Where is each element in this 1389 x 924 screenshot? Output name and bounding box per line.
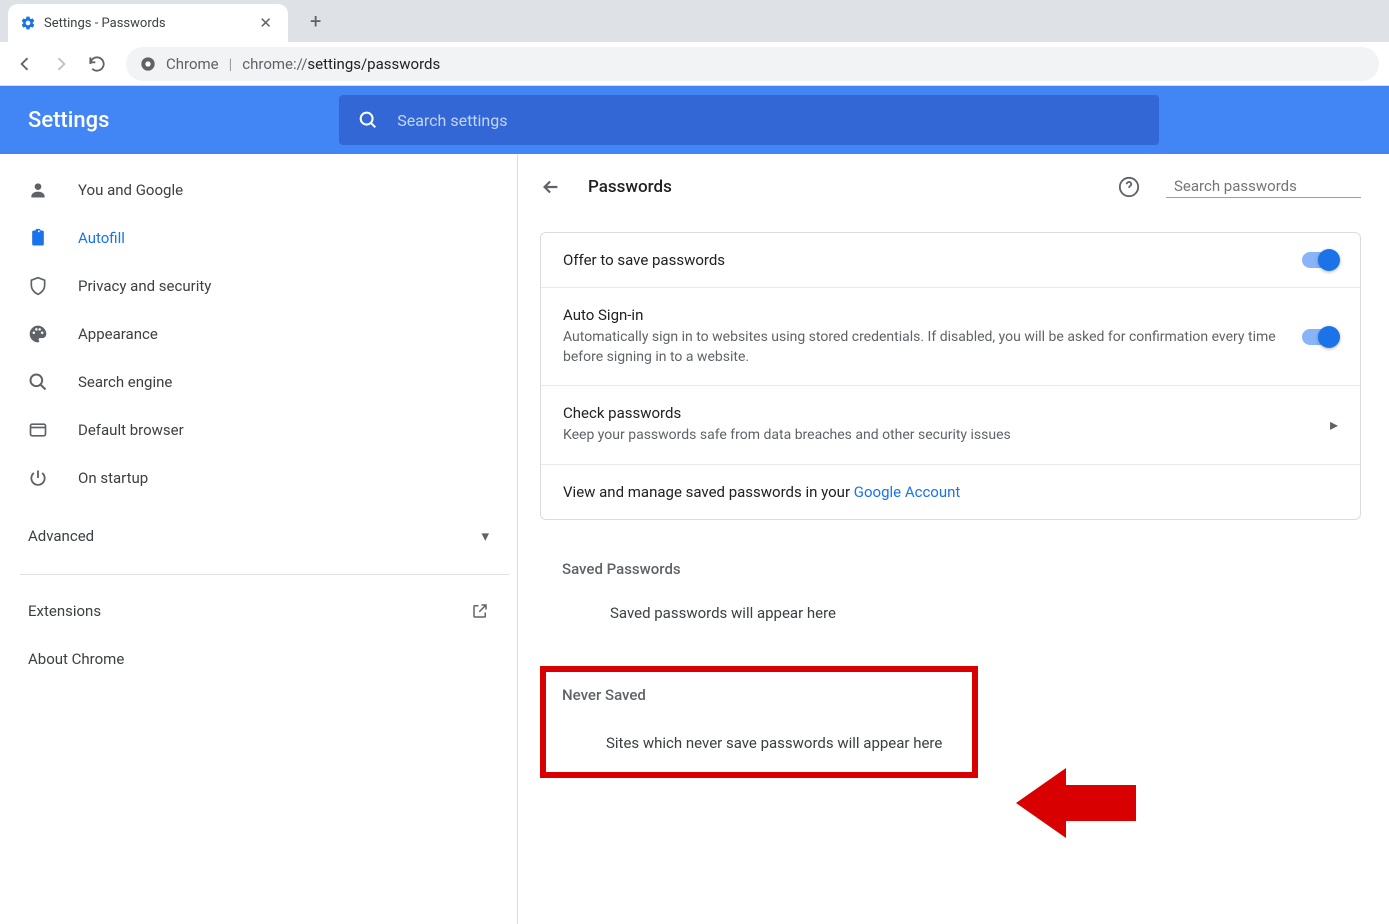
url-prefix: chrome:// [242, 55, 307, 73]
shield-icon [28, 276, 50, 296]
sidebar-item-autofill[interactable]: Autofill [0, 214, 517, 262]
close-icon[interactable]: ✕ [255, 12, 276, 34]
sidebar-about[interactable]: About Chrome [0, 635, 517, 683]
saved-passwords-empty: Saved passwords will appear here [540, 578, 1361, 648]
sidebar-item-appearance[interactable]: Appearance [0, 310, 517, 358]
password-search-box[interactable] [1166, 177, 1361, 198]
clipboard-icon [28, 228, 50, 248]
open-external-icon [471, 602, 489, 620]
never-saved-empty: Sites which never save passwords will ap… [546, 704, 972, 766]
sidebar-item-search-engine[interactable]: Search engine [0, 358, 517, 406]
row-offer-save: Offer to save passwords [541, 233, 1360, 288]
chevron-down-icon: ▾ [481, 527, 489, 545]
auto-signin-toggle[interactable] [1302, 329, 1338, 345]
chevron-right-icon: ▸ [1330, 415, 1338, 434]
password-search-input[interactable] [1174, 177, 1373, 195]
sidebar-item-label: Autofill [78, 229, 125, 247]
power-icon [28, 468, 50, 488]
browser-tab[interactable]: Settings - Passwords ✕ [8, 4, 288, 42]
chrome-icon [140, 56, 156, 72]
sidebar-item-you-and-google[interactable]: You and Google [0, 166, 517, 214]
check-pw-label: Check passwords [563, 404, 1312, 422]
sidebar-item-default-browser[interactable]: Default browser [0, 406, 517, 454]
url-path: settings/passwords [307, 55, 440, 73]
new-tab-button[interactable]: + [302, 5, 329, 37]
sidebar-advanced[interactable]: Advanced ▾ [0, 512, 517, 560]
row-check-passwords[interactable]: Check passwords Keep your passwords safe… [541, 386, 1360, 465]
forward-button[interactable] [46, 49, 76, 79]
view-manage-text: View and manage saved passwords in your [563, 483, 854, 501]
reload-button[interactable] [82, 49, 112, 79]
saved-passwords-label: Saved Passwords [562, 560, 1361, 578]
back-button[interactable] [10, 49, 40, 79]
check-pw-desc: Keep your passwords safe from data breac… [563, 426, 1312, 446]
sidebar-item-on-startup[interactable]: On startup [0, 454, 517, 502]
sidebar-item-label: Appearance [78, 325, 158, 343]
extensions-label: Extensions [28, 602, 101, 620]
annotation-arrow [1016, 763, 1136, 843]
tab-title: Settings - Passwords [44, 16, 255, 31]
offer-save-label: Offer to save passwords [563, 251, 1284, 269]
back-arrow-button[interactable] [540, 176, 562, 198]
app-title: Settings [28, 108, 109, 133]
search-icon [28, 372, 50, 392]
person-icon [28, 180, 50, 200]
about-label: About Chrome [28, 650, 124, 668]
google-account-link[interactable]: Google Account [854, 483, 961, 501]
gear-icon [20, 15, 36, 31]
advanced-label: Advanced [28, 527, 94, 545]
sidebar-item-label: On startup [78, 469, 148, 487]
palette-icon [28, 324, 50, 344]
never-saved-label: Never Saved [546, 672, 972, 704]
never-saved-highlight: Never Saved Sites which never save passw… [540, 666, 978, 778]
help-icon[interactable] [1118, 176, 1140, 198]
offer-save-toggle[interactable] [1302, 252, 1338, 268]
search-settings-input[interactable] [397, 111, 1141, 130]
divider [20, 574, 509, 575]
sidebar-item-label: Privacy and security [78, 277, 211, 295]
row-auto-signin: Auto Sign-in Automatically sign in to we… [541, 288, 1360, 386]
address-label: Chrome [166, 55, 219, 73]
auto-signin-label: Auto Sign-in [563, 306, 1284, 324]
sidebar-item-label: Default browser [78, 421, 184, 439]
sidebar-item-privacy[interactable]: Privacy and security [0, 262, 517, 310]
main-panel: Passwords Offer to save passwords Auto S… [518, 154, 1389, 924]
search-settings-box[interactable] [339, 95, 1159, 145]
search-icon [357, 109, 379, 131]
row-view-manage: View and manage saved passwords in your … [541, 465, 1360, 519]
sidebar-extensions[interactable]: Extensions [0, 587, 517, 635]
address-bar[interactable]: Chrome | chrome://settings/passwords [126, 47, 1379, 81]
browser-icon [28, 420, 50, 440]
sidebar-item-label: Search engine [78, 373, 172, 391]
sidebar-item-label: You and Google [78, 181, 183, 199]
sidebar: You and Google Autofill Privacy and secu… [0, 154, 518, 924]
page-title: Passwords [588, 177, 1092, 197]
auto-signin-desc: Automatically sign in to websites using … [563, 328, 1284, 367]
